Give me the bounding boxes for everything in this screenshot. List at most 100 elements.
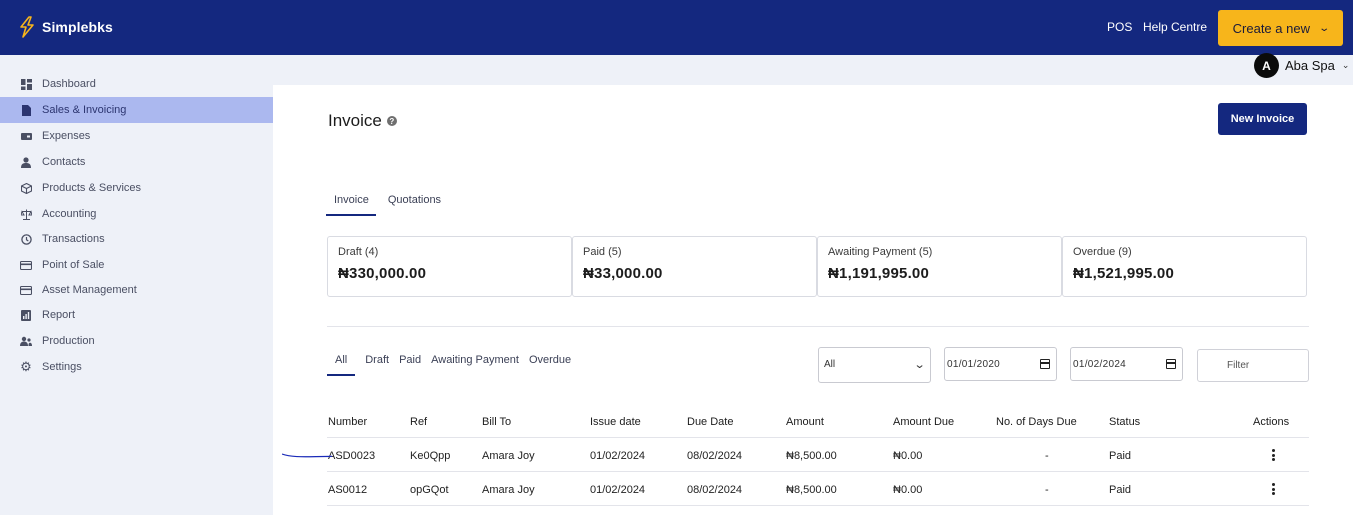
page-title-text: Invoice (328, 111, 382, 130)
column-header-bill-to[interactable]: Bill To (482, 416, 511, 428)
filter-tab-overdue[interactable]: Overdue (529, 353, 571, 376)
logo-mark-icon (20, 16, 34, 38)
card-label: Overdue (9) (1073, 246, 1132, 258)
summary-card-draft[interactable]: Draft (4) ₦330,000.00 (327, 236, 572, 297)
sidebar-item-expenses[interactable]: Expenses (0, 123, 273, 149)
filter-placeholder: Filter (1227, 360, 1250, 371)
new-invoice-button[interactable]: New Invoice (1218, 103, 1307, 135)
pos-link[interactable]: POS (1107, 20, 1132, 34)
sidebar-item-accounting[interactable]: Accounting (0, 201, 273, 227)
table-row[interactable]: ASD0023 Ke0Qpp Amara Joy 01/02/2024 08/0… (327, 438, 1309, 472)
user-menu[interactable]: A Aba Spa ⌄ (1254, 53, 1349, 78)
status-select-value: All (824, 359, 836, 370)
date-from-value: 01/01/2020 (947, 359, 1001, 370)
sidebar-item-report[interactable]: Report (0, 302, 273, 328)
issue-date: 01/02/2024 (590, 484, 646, 496)
create-new-button[interactable]: Create a new ⌄ (1218, 10, 1343, 46)
sidebar-item-dashboard[interactable]: Dashboard (0, 71, 273, 97)
column-header-number[interactable]: Number (328, 416, 367, 428)
gear-icon: ⚙ (20, 359, 32, 374)
issue-date: 01/02/2024 (590, 450, 646, 462)
calendar-icon[interactable] (1040, 359, 1050, 369)
sidebar-item-label: Settings (42, 361, 82, 373)
date-from-input[interactable]: 01/01/2020 (944, 347, 1057, 381)
filter-tab-draft[interactable]: Draft (365, 353, 389, 376)
date-to-input[interactable]: 01/02/2024 (1070, 347, 1183, 381)
filter-tab-paid[interactable]: Paid (399, 353, 421, 376)
sidebar-item-sales-invoicing[interactable]: Sales & Invoicing (0, 97, 273, 123)
card-icon (20, 259, 32, 271)
sidebar-item-label: Expenses (42, 130, 91, 142)
divider (327, 326, 1309, 327)
history-icon (20, 233, 32, 245)
more-actions-icon[interactable] (1272, 483, 1276, 495)
more-actions-icon[interactable] (1272, 449, 1276, 461)
invoice-ref: opGQot (410, 484, 449, 496)
scale-icon (20, 208, 32, 220)
sidebar-item-settings[interactable]: ⚙ Settings (0, 354, 273, 380)
page-title: Invoice ? (328, 111, 397, 131)
main-content: Invoice ? New Invoice Invoice Quotations… (273, 85, 1353, 515)
table-header-row: Number Ref Bill To Issue date Due Date A… (327, 405, 1309, 438)
column-header-amount[interactable]: Amount (786, 416, 824, 428)
invoice-ref: Ke0Qpp (410, 450, 451, 462)
days-due: - (1045, 484, 1049, 496)
chevron-down-icon: ⌄ (1341, 60, 1350, 70)
sidebar-item-transactions[interactable]: Transactions (0, 226, 273, 252)
sidebar-item-production[interactable]: Production (0, 328, 273, 354)
sidebar: Dashboard Sales & Invoicing Expenses Con… (0, 55, 273, 515)
sidebar-item-label: Contacts (42, 156, 86, 168)
tab-invoice[interactable]: Invoice (326, 193, 376, 216)
column-header-actions: Actions (1253, 416, 1290, 428)
sidebar-item-label: Accounting (42, 208, 97, 220)
sidebar-item-label: Sales & Invoicing (42, 104, 127, 116)
summary-card-overdue[interactable]: Overdue (9) ₦1,521,995.00 (1062, 236, 1307, 297)
invoice-number[interactable]: ASD0023 (328, 450, 375, 462)
user-name: Aba Spa (1285, 58, 1335, 73)
chevron-down-icon: ⌄ (913, 359, 926, 371)
amount: ₦8,500.00 (786, 450, 837, 462)
status-select[interactable]: All ⌄ (818, 347, 931, 383)
column-header-issue-date[interactable]: Issue date (590, 416, 641, 428)
calendar-icon[interactable] (1166, 359, 1176, 369)
people-icon (20, 335, 32, 347)
help-centre-link[interactable]: Help Centre (1143, 20, 1207, 34)
column-header-ref[interactable]: Ref (410, 416, 427, 428)
summary-card-awaiting-payment[interactable]: Awaiting Payment (5) ₦1,191,995.00 (817, 236, 1062, 297)
table-row[interactable]: AS0012 opGQot Amara Joy 01/02/2024 08/02… (327, 472, 1309, 506)
sidebar-item-point-of-sale[interactable]: Point of Sale (0, 252, 273, 278)
sidebar-item-label: Products & Services (42, 182, 142, 194)
card-value: ₦33,000.00 (583, 265, 663, 282)
brand-logo[interactable]: Simplebks (18, 16, 113, 38)
status-filter-tabs: All Draft Paid Awaiting Payment Overdue (327, 353, 581, 376)
chevron-down-icon: ⌄ (1318, 22, 1331, 34)
sidebar-item-products-services[interactable]: Products & Services (0, 175, 273, 201)
sidebar-item-label: Transactions (42, 233, 105, 245)
sidebar-item-asset-management[interactable]: Asset Management (0, 277, 273, 303)
summary-card-paid[interactable]: Paid (5) ₦33,000.00 (572, 236, 817, 297)
create-new-label: Create a new (1232, 20, 1310, 36)
box-icon (20, 182, 32, 194)
help-icon[interactable]: ? (386, 116, 397, 126)
sidebar-item-label: Asset Management (42, 284, 137, 296)
sidebar-item-label: Report (42, 309, 76, 321)
sidebar-item-label: Point of Sale (42, 259, 105, 271)
column-header-days-due[interactable]: No. of Days Due (996, 416, 1077, 428)
invoice-number[interactable]: AS0012 (328, 484, 367, 496)
column-header-due-date[interactable]: Due Date (687, 416, 733, 428)
filter-tab-awaiting-payment[interactable]: Awaiting Payment (431, 353, 519, 376)
filter-tab-all[interactable]: All (327, 353, 356, 376)
invoice-table: Number Ref Bill To Issue date Due Date A… (327, 405, 1309, 506)
date-to-value: 01/02/2024 (1073, 359, 1127, 370)
card-value: ₦1,521,995.00 (1073, 265, 1175, 282)
filter-input[interactable]: Filter (1197, 349, 1309, 382)
sidebar-item-contacts[interactable]: Contacts (0, 149, 273, 175)
sidebar-item-label: Dashboard (42, 78, 96, 90)
column-header-status[interactable]: Status (1109, 416, 1140, 428)
card-label: Paid (5) (583, 246, 622, 258)
due-date: 08/02/2024 (687, 450, 743, 462)
column-header-amount-due[interactable]: Amount Due (893, 416, 954, 428)
tab-quotations[interactable]: Quotations (388, 193, 441, 216)
document-icon (20, 104, 32, 116)
invoice-tabs: Invoice Quotations (326, 193, 453, 216)
